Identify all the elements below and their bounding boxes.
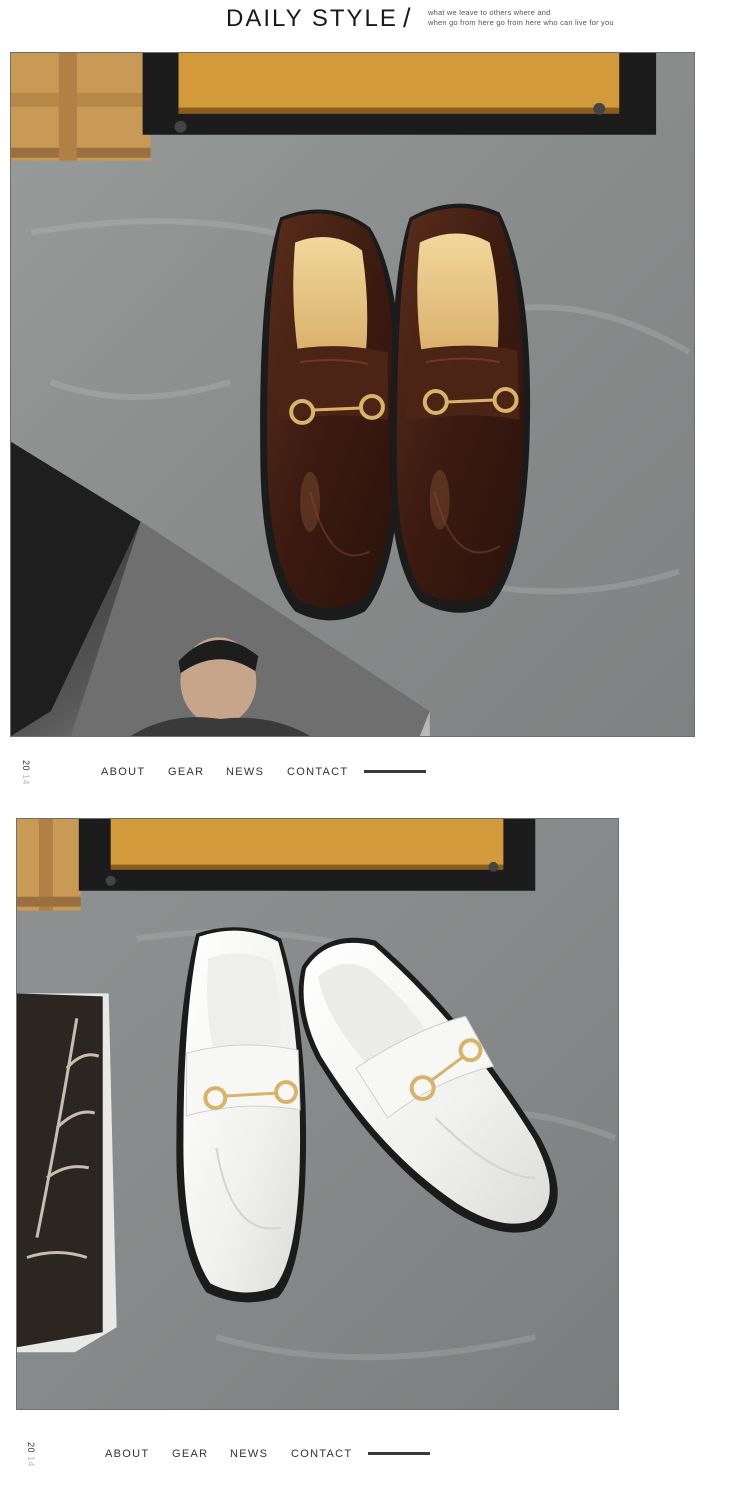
white-loafers-illustration: [17, 819, 618, 1409]
page-header: DAILY STYLE / what we leave to others wh…: [0, 0, 750, 42]
nav-link-contact[interactable]: CONTACT: [291, 1448, 352, 1460]
nav-link-gear[interactable]: GEAR: [168, 766, 204, 778]
year-bottom: 14: [21, 774, 31, 786]
product-photo-white-loafers: [16, 818, 619, 1410]
tagline-line-1: what we leave to others where and: [428, 8, 551, 17]
year-mark: 20 14: [19, 760, 31, 786]
year-top: 20: [26, 1442, 36, 1454]
nav-link-gear[interactable]: GEAR: [172, 1448, 208, 1460]
nav-link-news[interactable]: NEWS: [226, 766, 264, 778]
nav-underline-bar: [364, 770, 426, 773]
product-photo-brown-loafers: [10, 52, 695, 737]
nav-link-about[interactable]: ABOUT: [101, 766, 145, 778]
year-bottom: 14: [26, 1456, 36, 1468]
nav-underline-bar: [368, 1452, 430, 1455]
nav-link-contact[interactable]: CONTACT: [287, 766, 348, 778]
footer-nav: 20 14 ABOUT GEAR NEWS CONTACT: [0, 760, 750, 786]
brown-loafers-illustration: [11, 53, 694, 736]
year-top: 20: [21, 760, 31, 772]
page-title: DAILY STYLE: [226, 5, 398, 32]
tagline-line-2: when go from here go from here who can l…: [428, 18, 614, 27]
tagline: what we leave to others where and when g…: [428, 8, 648, 28]
nav-link-news[interactable]: NEWS: [230, 1448, 268, 1460]
footer-nav: 20 14 ABOUT GEAR NEWS CONTACT: [0, 1442, 750, 1468]
year-mark: 20 14: [24, 1442, 36, 1468]
nav-link-about[interactable]: ABOUT: [105, 1448, 149, 1460]
title-slash: /: [403, 3, 411, 33]
